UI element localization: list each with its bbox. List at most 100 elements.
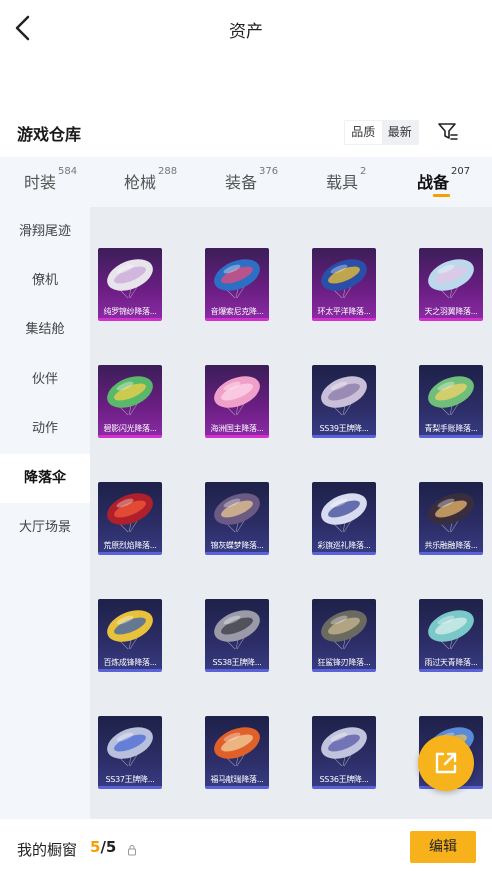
sidebar-item-companion[interactable]: 伙伴 (0, 355, 90, 404)
parachute-item-card[interactable]: 纯罗锦纱降落... (98, 248, 162, 321)
parachute-item-card[interactable]: 天之羽翼降落... (419, 248, 483, 321)
item-name: 锦灰蝶梦降落... (210, 541, 264, 550)
item-name: SS36王牌降... (319, 775, 369, 784)
parachute-item-card[interactable]: 雨过天青降落... (419, 599, 483, 672)
item-name: 共乐融融降落... (424, 541, 478, 550)
item-name: SS37王牌降... (105, 775, 155, 784)
item-name: 环太平洋降落... (317, 307, 371, 316)
share-button[interactable] (418, 735, 474, 791)
sidebar-item-wingman[interactable]: 僚机 (0, 256, 90, 305)
item-name: 荒原烈焰降落... (103, 541, 157, 550)
parachute-image (321, 493, 367, 533)
item-name: 纯罗锦纱降落... (103, 307, 157, 316)
tab-count: 288 (158, 166, 178, 177)
parachute-image (107, 376, 153, 416)
parachute-item-card[interactable]: SS38王牌降... (205, 599, 269, 672)
parachute-item-card[interactable]: 福马献瑞降落... (205, 716, 269, 789)
tab-label: 装备 (225, 173, 258, 192)
category-tabs: 时装584 枪械288 装备376 载具2 战备207 (0, 157, 492, 207)
tab-label: 战备 (417, 173, 450, 192)
sidebar-item-assembly-pod[interactable]: 集结舱 (0, 305, 90, 354)
parachute-item-card[interactable]: 荒原烈焰降落... (98, 482, 162, 555)
tab-label: 枪械 (124, 173, 157, 192)
parachute-image (428, 259, 474, 299)
sort-by-quality[interactable]: 品质 (345, 121, 382, 144)
top-bar: 资产 (0, 0, 492, 58)
showcase-total: /5 (100, 838, 117, 856)
parachute-image (428, 610, 474, 650)
sidebar-item-lobby-scene[interactable]: 大厅场景 (0, 503, 90, 552)
parachute-item-card[interactable]: SS36王牌降... (312, 716, 376, 789)
parachute-item-card[interactable]: 环太平洋降落... (312, 248, 376, 321)
parachute-item-card[interactable]: 音爆索尼克降... (205, 248, 269, 321)
parachute-image (214, 727, 260, 767)
tab-fashion[interactable]: 时装584 (24, 166, 78, 193)
parachute-image (321, 727, 367, 767)
parachute-image (107, 610, 153, 650)
parachute-image (321, 610, 367, 650)
item-name: SS38王牌降... (212, 658, 262, 667)
tab-guns[interactable]: 枪械288 (124, 166, 178, 193)
tab-label: 时装 (24, 173, 57, 192)
tab-count: 207 (451, 166, 471, 177)
parachute-item-card[interactable]: 百炼成锋降落... (98, 599, 162, 672)
parachute-item-card[interactable]: 共乐融融降落... (419, 482, 483, 555)
item-name: 音爆索尼克降... (210, 307, 264, 316)
sort-toggle: 品质 最新 (344, 120, 419, 145)
item-grid: 纯罗锦纱降落... 音爆索尼克降... 环太平洋降落... 天之羽翼降落... 碧影闪光… (90, 207, 492, 819)
showcase-count: 5/5 (90, 838, 116, 856)
item-name: 彩旗巡礼降落... (317, 541, 371, 550)
page-title: 资产 (229, 22, 263, 42)
parachute-item-card[interactable]: 锦灰蝶梦降落... (205, 482, 269, 555)
active-tab-indicator (433, 194, 450, 197)
bottom-bar: 我的橱窗 5/5 编辑 (0, 819, 492, 876)
item-name: 碧影闪光降落... (103, 424, 157, 433)
filter-icon[interactable] (436, 120, 460, 144)
tab-count: 584 (58, 166, 78, 177)
parachute-image (428, 376, 474, 416)
parachute-image (107, 727, 153, 767)
parachute-item-card[interactable]: SS39王牌降... (312, 365, 376, 438)
item-name: SS39王牌降... (319, 424, 369, 433)
parachute-image (214, 376, 260, 416)
parachute-image (428, 493, 474, 533)
showcase-label: 我的橱窗 (17, 841, 78, 859)
tab-label: 载具 (326, 173, 359, 192)
lock-icon (127, 841, 137, 856)
parachute-image (321, 259, 367, 299)
parachute-item-card[interactable]: 海洲国主降落... (205, 365, 269, 438)
parachute-item-card[interactable]: 彩旗巡礼降落... (312, 482, 376, 555)
parachute-image (107, 259, 153, 299)
parachute-item-card[interactable]: 碧影闪光降落... (98, 365, 162, 438)
sort-by-newest[interactable]: 最新 (381, 121, 418, 144)
warehouse-title: 游戏仓库 (17, 125, 82, 144)
edit-button[interactable]: 编辑 (410, 831, 476, 863)
parachute-image (214, 493, 260, 533)
tab-equipment[interactable]: 装备376 (225, 166, 279, 193)
tab-count: 376 (259, 166, 279, 177)
parachute-item-card[interactable]: 青梨手账降落... (419, 365, 483, 438)
item-name: 海洲国主降落... (210, 424, 264, 433)
item-name: 天之羽翼降落... (424, 307, 478, 316)
warehouse-header: 游戏仓库 品质 最新 (0, 112, 492, 152)
item-name: 狂鲨锋刃降落... (317, 658, 371, 667)
showcase-current: 5 (90, 838, 101, 856)
sidebar-item-parachute[interactable]: 降落伞 (0, 454, 90, 503)
sidebar-item-emote[interactable]: 动作 (0, 404, 90, 453)
tab-combat-gear[interactable]: 战备207 (417, 166, 471, 193)
parachute-item-card[interactable]: SS37王牌降... (98, 716, 162, 789)
item-name: 福马献瑞降落... (210, 775, 264, 784)
parachute-image (107, 493, 153, 533)
sidebar-item-glide-trail[interactable]: 滑翔尾迹 (0, 207, 90, 256)
parachute-item-card[interactable]: 狂鲨锋刃降落... (312, 599, 376, 672)
tab-vehicles[interactable]: 载具2 (326, 166, 367, 193)
item-name: 雨过天青降落... (424, 658, 478, 667)
parachute-image (321, 376, 367, 416)
tab-count: 2 (360, 166, 367, 177)
parachute-image (214, 259, 260, 299)
item-name: 百炼成锋降落... (103, 658, 157, 667)
subcategory-sidebar: 滑翔尾迹 僚机 集结舱 伙伴 动作 降落伞 大厅场景 (0, 207, 90, 819)
item-name: 青梨手账降落... (424, 424, 478, 433)
parachute-image (214, 610, 260, 650)
share-icon (435, 752, 457, 774)
